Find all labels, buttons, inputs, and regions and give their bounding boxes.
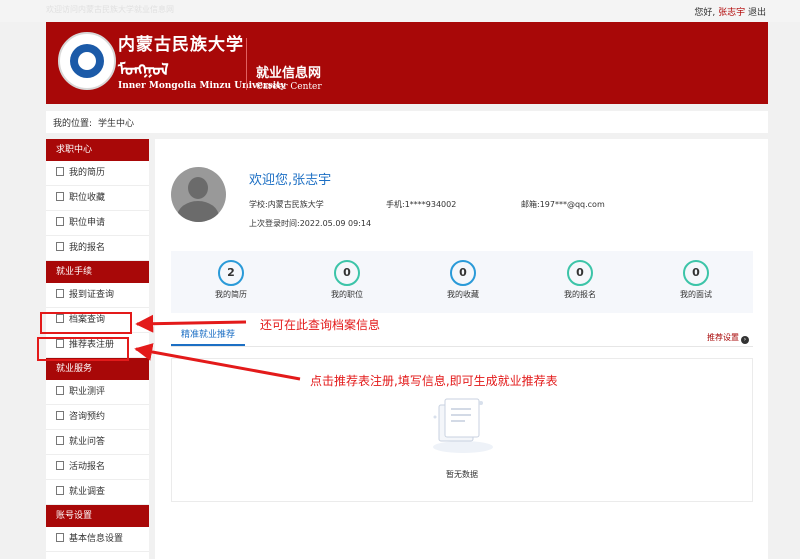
annotation-archive: 还可在此查询档案信息 (260, 318, 381, 332)
annotation-register: 点击推荐表注册,填写信息,即可生成就业推荐表 (310, 374, 558, 388)
arrow-to-archive (135, 314, 247, 333)
annotation-arrows (134, 314, 301, 381)
arrow-to-register (134, 343, 301, 381)
